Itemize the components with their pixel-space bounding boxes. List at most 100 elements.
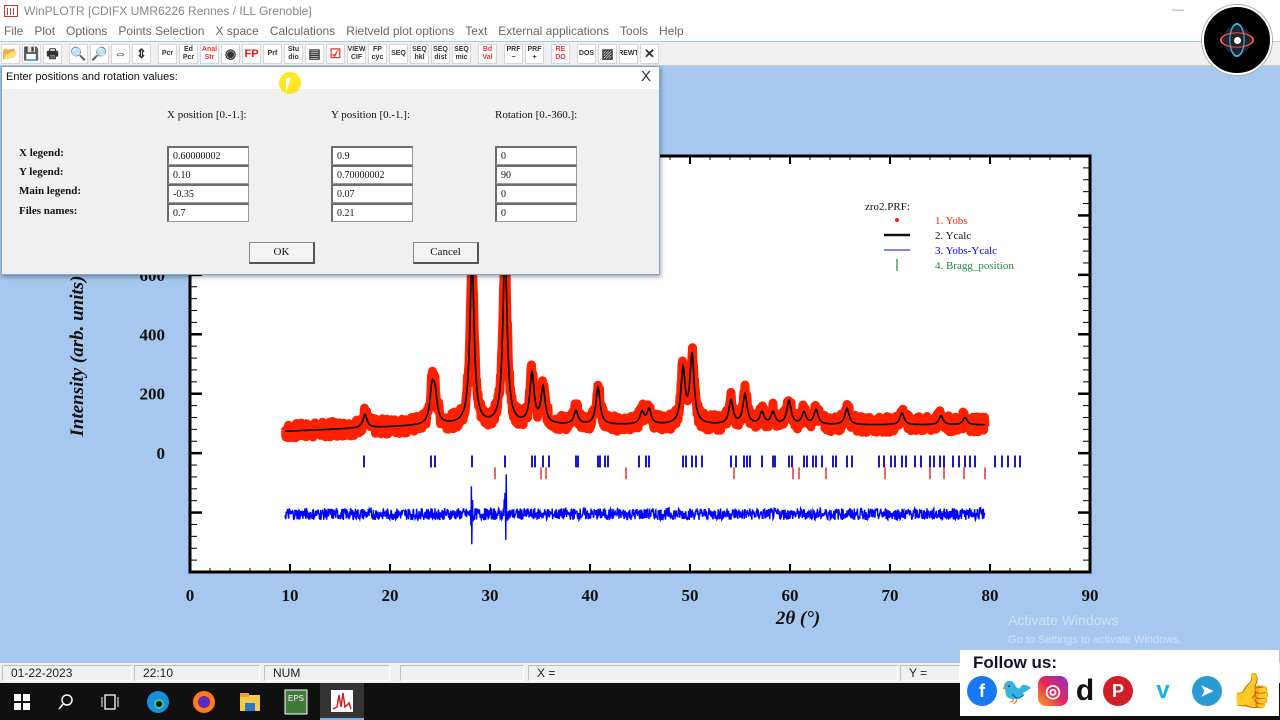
y-legend-y-position-input[interactable] [331, 165, 413, 184]
task-view-button[interactable] [88, 683, 132, 720]
x-legend-y-position-input[interactable] [331, 146, 413, 165]
watermark-title: Activate Windows [1008, 612, 1119, 628]
winplotr-taskbar-button[interactable] [320, 683, 364, 720]
files-names-x-position-input[interactable] [167, 203, 249, 222]
follow-us-overlay: Follow us: f 🐦 ◎ d P v ➤ 👍 [960, 650, 1279, 716]
folder-icon [240, 692, 260, 711]
menu-rietveld-plot-options[interactable]: Rietveld plot options [346, 24, 454, 38]
globe-icon[interactable]: ◉ [221, 43, 240, 64]
fullprof-icon[interactable]: FP [242, 43, 261, 64]
view-cif-icon[interactable]: VIEW CIF [347, 43, 366, 64]
menu-calculations[interactable]: Calculations [270, 24, 335, 38]
minimize-button[interactable]: — [1168, 2, 1188, 18]
x-zoom-icon[interactable]: ⇔ [111, 43, 130, 64]
start-button[interactable] [0, 683, 44, 720]
firefox-icon [193, 690, 215, 713]
prf-minus-icon[interactable]: PRF − [504, 43, 523, 64]
y-legend-rotation-input[interactable] [495, 165, 577, 184]
files-names-rotation-input[interactable] [495, 203, 577, 222]
eps-taskbar-button[interactable]: EPS [274, 683, 318, 720]
x-tick-label: 70 [882, 586, 899, 605]
save-icon[interactable]: 💾 [22, 43, 41, 64]
pinterest-icon[interactable]: P [1103, 676, 1133, 706]
prf-icon[interactable]: Prf [263, 43, 282, 64]
main-legend-rotation-input[interactable] [495, 184, 577, 203]
windows-logo-icon [14, 693, 30, 710]
files-names-y-position-input[interactable] [331, 203, 413, 222]
menu-text[interactable]: Text [465, 24, 487, 38]
status-x-readout: X = [528, 665, 898, 681]
legend-entry-label: 3. Yobs-Ycalc [935, 245, 997, 257]
y-zoom-icon[interactable]: ⇕ [132, 43, 151, 64]
ok-button[interactable]: OK [249, 242, 315, 264]
edit-pcr-icon[interactable]: Ed Pcr [179, 43, 198, 64]
y-tick-label: 0 [157, 444, 166, 463]
dialog-close-button[interactable]: X [641, 68, 651, 85]
menu-points-selection[interactable]: Points Selection [118, 24, 204, 38]
cancel-button[interactable]: Cancel [413, 242, 479, 264]
thumbs-up-icon[interactable]: 👍 [1230, 672, 1274, 710]
menu-help[interactable]: Help [659, 24, 684, 38]
zoom-icon[interactable]: 🔎 [90, 43, 109, 64]
x-tick-label: 60 [782, 586, 799, 605]
legend-entry-label: 1. Yobs [935, 215, 968, 227]
image-icon[interactable]: ▨ [598, 43, 617, 64]
telegram-icon[interactable]: ➤ [1192, 676, 1222, 706]
column-header-x-position: X position [0.-1.]: [167, 109, 247, 121]
fp-cyc-icon[interactable]: FP cyc [368, 43, 387, 64]
activate-windows-watermark: Activate Windows Go to Settings to activ… [1008, 612, 1182, 646]
x-legend-rotation-input[interactable] [495, 146, 577, 165]
positions-rotation-dialog: Enter positions and rotation values: X X… [1, 66, 660, 275]
twitter-icon[interactable]: 🐦 [1001, 676, 1033, 706]
rewt-icon[interactable]: REWT [619, 43, 638, 64]
studio-icon[interactable]: Stu dio [284, 43, 303, 64]
title-bar: WinPLOTR [CDIFX UMR6226 Rennes / ILL Gre… [0, 0, 1280, 21]
seq-dist-icon[interactable]: SEQ dist [431, 43, 450, 64]
open-file-icon[interactable]: 📂 [1, 43, 20, 64]
channel-logo [1202, 5, 1272, 75]
column-header-rotation: Rotation [0.-360.]: [495, 109, 578, 121]
main-legend-y-position-input[interactable] [331, 184, 413, 203]
anal-str-icon[interactable]: Anal Str [200, 43, 219, 64]
file-explorer-taskbar-button[interactable] [228, 683, 272, 720]
pcr-icon[interactable]: Pcr [158, 43, 177, 64]
menu-plot[interactable]: Plot [34, 24, 55, 38]
x-legend-x-position-input[interactable] [167, 146, 249, 165]
check-icon[interactable]: ☑ [326, 43, 345, 64]
firefox-taskbar-button[interactable] [182, 683, 226, 720]
print-preview-icon[interactable]: 🔍 [69, 43, 88, 64]
facebook-icon[interactable]: f [967, 676, 997, 706]
watermark-subtitle: Go to Settings to activate Windows. [1008, 634, 1182, 646]
x-tick-label: 80 [982, 586, 999, 605]
print-icon[interactable]: 🖶 [43, 43, 62, 64]
seq-icon[interactable]: SEQ [389, 43, 408, 64]
prf-plus-icon[interactable]: PRF + [525, 43, 544, 64]
main-legend-x-position-input[interactable] [167, 184, 249, 203]
bond-valence-icon[interactable]: Bd Val [478, 43, 497, 64]
close-plot-icon[interactable]: ✕ [640, 43, 659, 64]
row-label-y-legend: Y legend: [19, 166, 64, 178]
dailymotion-icon[interactable]: d [1070, 674, 1100, 707]
search-button[interactable] [44, 683, 88, 720]
menu-options[interactable]: Options [66, 24, 107, 38]
menu-external-applications[interactable]: External applications [498, 24, 609, 38]
winplotr-app-icon [4, 4, 18, 17]
y-tick-label: 400 [140, 325, 166, 344]
instagram-icon[interactable]: ◎ [1038, 676, 1068, 706]
menu-file[interactable]: File [4, 24, 23, 38]
seq-hkl-icon[interactable]: SEQ hkl [410, 43, 429, 64]
seq-mic-icon[interactable]: SEQ mic [452, 43, 471, 64]
edge-taskbar-button[interactable] [136, 683, 180, 720]
menu-tools[interactable]: Tools [620, 24, 648, 38]
atom-nucleus-icon [1233, 36, 1241, 44]
winplotr-app-icon [331, 689, 353, 712]
editor-icon[interactable]: ▤ [305, 43, 324, 64]
menu-x-space[interactable]: X space [215, 24, 258, 38]
y-legend-x-position-input[interactable] [167, 165, 249, 184]
row-label-x-legend: X legend: [19, 147, 64, 159]
dialog-title: Enter positions and rotation values: [2, 67, 659, 89]
redo-icon[interactable]: RE DO [551, 43, 570, 64]
vimeo-icon[interactable]: v [1148, 676, 1178, 706]
x-tick-label: 90 [1082, 586, 1099, 605]
dos-icon[interactable]: DOS [577, 43, 596, 64]
